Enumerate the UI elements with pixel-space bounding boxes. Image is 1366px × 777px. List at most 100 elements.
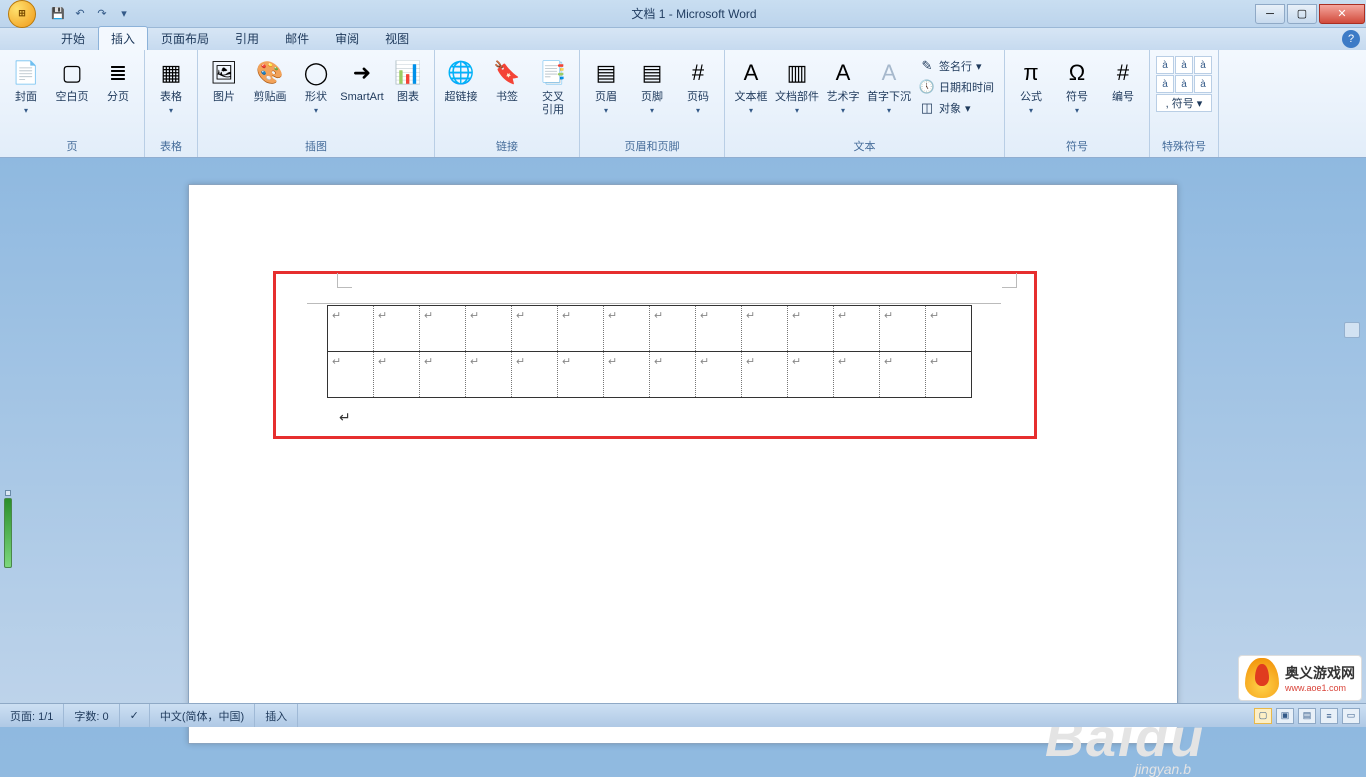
table-cell[interactable]: ↵	[420, 306, 466, 352]
status-language[interactable]: 中文(简体，中国)	[150, 704, 255, 727]
undo-icon[interactable]: ↶	[70, 4, 90, 24]
table-cell[interactable]: ↵	[604, 306, 650, 352]
status-proofing-icon[interactable]: ✓	[120, 704, 150, 727]
view-outline-button[interactable]: ≡	[1320, 708, 1338, 724]
ribbon-btn-0-2[interactable]: ≣分页	[96, 54, 140, 107]
save-icon[interactable]: 💾	[48, 4, 68, 24]
ribbon-btn-5-1[interactable]: ▥文档部件▾	[775, 54, 819, 118]
table-cell[interactable]: ↵	[650, 306, 696, 352]
symbol-cell[interactable]: à	[1175, 56, 1193, 74]
ribbon-btn-2-1[interactable]: 🎨剪贴画	[248, 54, 292, 107]
window-title: 文档 1 - Microsoft Word	[134, 5, 1254, 22]
ribbon-icon: ▢	[56, 57, 88, 89]
table-cell[interactable]: ↵	[788, 306, 834, 352]
table-cell[interactable]: ↵	[374, 352, 420, 398]
ribbon-btn-5-2[interactable]: A艺术字▾	[821, 54, 865, 118]
status-mode[interactable]: 插入	[255, 704, 298, 727]
table-cell[interactable]: ↵	[374, 306, 420, 352]
ribbon-btn-3-2[interactable]: 📑交叉 引用	[531, 54, 575, 120]
ribbon-btn-6-1[interactable]: Ω符号▾	[1055, 54, 1099, 118]
table-cell[interactable]: ↵	[834, 306, 880, 352]
ribbon-btn-4-1[interactable]: ▤页脚▾	[630, 54, 674, 118]
tab-insert[interactable]: 插入	[98, 26, 148, 50]
view-full-screen-button[interactable]: ▣	[1276, 708, 1294, 724]
redo-icon[interactable]: ↷	[92, 4, 112, 24]
symbol-cell[interactable]: à	[1175, 75, 1193, 93]
ribbon-btn-6-0[interactable]: π公式▾	[1009, 54, 1053, 118]
symbol-cell[interactable]: , 符号 ▾	[1156, 94, 1212, 112]
ribbon-btn-2-0[interactable]: 🖼图片	[202, 54, 246, 107]
table-cell[interactable]: ↵	[512, 306, 558, 352]
table-cell[interactable]: ↵	[880, 306, 926, 352]
ribbon-btn-4-2[interactable]: #页码▾	[676, 54, 720, 118]
tab-references[interactable]: 引用	[222, 26, 272, 50]
ribbon-btn-2-4[interactable]: 📊图表	[386, 54, 430, 107]
table-cell[interactable]: ↵	[420, 352, 466, 398]
ribbon-btn-label: 公式	[1020, 91, 1042, 104]
view-web-button[interactable]: ▤	[1298, 708, 1316, 724]
audio-level-icon	[4, 498, 12, 568]
table-cell[interactable]: ↵	[742, 306, 788, 352]
status-words[interactable]: 字数: 0	[64, 704, 119, 727]
tab-mailings[interactable]: 邮件	[272, 26, 322, 50]
symbol-cell[interactable]: à	[1156, 56, 1174, 74]
table-cell[interactable]: ↵	[926, 352, 972, 398]
ribbon-btn-1-0[interactable]: ▦表格▾	[149, 54, 193, 118]
ribbon-btn-4-0[interactable]: ▤页眉▾	[584, 54, 628, 118]
table-cell[interactable]: ↵	[696, 352, 742, 398]
table-cell[interactable]: ↵	[650, 352, 696, 398]
dropdown-arrow-icon: ▾	[1075, 106, 1079, 115]
close-button[interactable]: ✕	[1319, 4, 1365, 24]
ribbon-icon: 🔖	[491, 57, 523, 89]
ribbon-group-2: 🖼图片🎨剪贴画◯形状▾➜SmartArt📊图表插图	[198, 50, 435, 157]
table-cell[interactable]: ↵	[834, 352, 880, 398]
view-print-layout-button[interactable]: ▢	[1254, 708, 1272, 724]
document-table[interactable]: ↵↵↵↵↵↵↵↵↵↵↵↵↵↵↵↵↵↵↵↵↵↵↵↵↵↵↵↵	[327, 305, 972, 398]
table-cell[interactable]: ↵	[558, 352, 604, 398]
ribbon-icon: ◯	[300, 57, 332, 89]
qat-more-icon[interactable]: ▾	[114, 4, 134, 24]
minimize-button[interactable]: ─	[1255, 4, 1285, 24]
symbol-cell[interactable]: à	[1156, 75, 1174, 93]
table-cell[interactable]: ↵	[558, 306, 604, 352]
ribbon-btn-3-1[interactable]: 🔖书签	[485, 54, 529, 107]
scroll-up-button[interactable]	[1344, 322, 1360, 338]
symbol-cell[interactable]: à	[1194, 56, 1212, 74]
status-page[interactable]: 页面: 1/1	[0, 704, 64, 727]
maximize-button[interactable]: ▢	[1287, 4, 1317, 24]
ribbon-icon: 📑	[537, 57, 569, 89]
table-cell[interactable]: ↵	[696, 306, 742, 352]
tab-home[interactable]: 开始	[48, 26, 98, 50]
table-cell[interactable]: ↵	[926, 306, 972, 352]
ribbon-btn-0-1[interactable]: ▢空白页	[50, 54, 94, 107]
ribbon-btn-6-2[interactable]: #编号	[1101, 54, 1145, 107]
tab-page-layout[interactable]: 页面布局	[148, 26, 222, 50]
table-cell[interactable]: ↵	[604, 352, 650, 398]
ribbon-btn-3-0[interactable]: 🌐超链接	[439, 54, 483, 107]
ribbon-btn-label: 艺术字	[827, 91, 860, 104]
view-draft-button[interactable]: ▭	[1342, 708, 1360, 724]
ribbon-btn-0-0[interactable]: 📄封面▾	[4, 54, 48, 118]
ribbon-btn-2-3[interactable]: ➜SmartArt	[340, 54, 384, 107]
ribbon-small-5-2[interactable]: ◫对象 ▾	[915, 98, 998, 118]
table-cell[interactable]: ↵	[742, 352, 788, 398]
table-cell[interactable]: ↵	[466, 352, 512, 398]
ribbon-small-5-1[interactable]: 🕔日期和时间	[915, 77, 998, 97]
help-button[interactable]: ?	[1342, 30, 1360, 48]
tab-review[interactable]: 审阅	[322, 26, 372, 50]
ribbon-btn-label: 分页	[107, 91, 129, 104]
office-button[interactable]: ⊞	[2, 0, 42, 28]
table-cell[interactable]: ↵	[466, 306, 512, 352]
document-page[interactable]: ↵↵↵↵↵↵↵↵↵↵↵↵↵↵↵↵↵↵↵↵↵↵↵↵↵↵↵↵ ↵ Baidu jin…	[188, 184, 1178, 744]
ribbon-btn-5-0[interactable]: A文本框▾	[729, 54, 773, 118]
table-cell[interactable]: ↵	[512, 352, 558, 398]
ribbon-small-5-0[interactable]: ✎签名行 ▾	[915, 56, 998, 76]
table-cell[interactable]: ↵	[328, 306, 374, 352]
ribbon-btn-2-2[interactable]: ◯形状▾	[294, 54, 338, 118]
tab-view[interactable]: 视图	[372, 26, 422, 50]
table-cell[interactable]: ↵	[880, 352, 926, 398]
ribbon-group-1: ▦表格▾表格	[145, 50, 198, 157]
symbol-cell[interactable]: à	[1194, 75, 1212, 93]
table-cell[interactable]: ↵	[328, 352, 374, 398]
table-cell[interactable]: ↵	[788, 352, 834, 398]
